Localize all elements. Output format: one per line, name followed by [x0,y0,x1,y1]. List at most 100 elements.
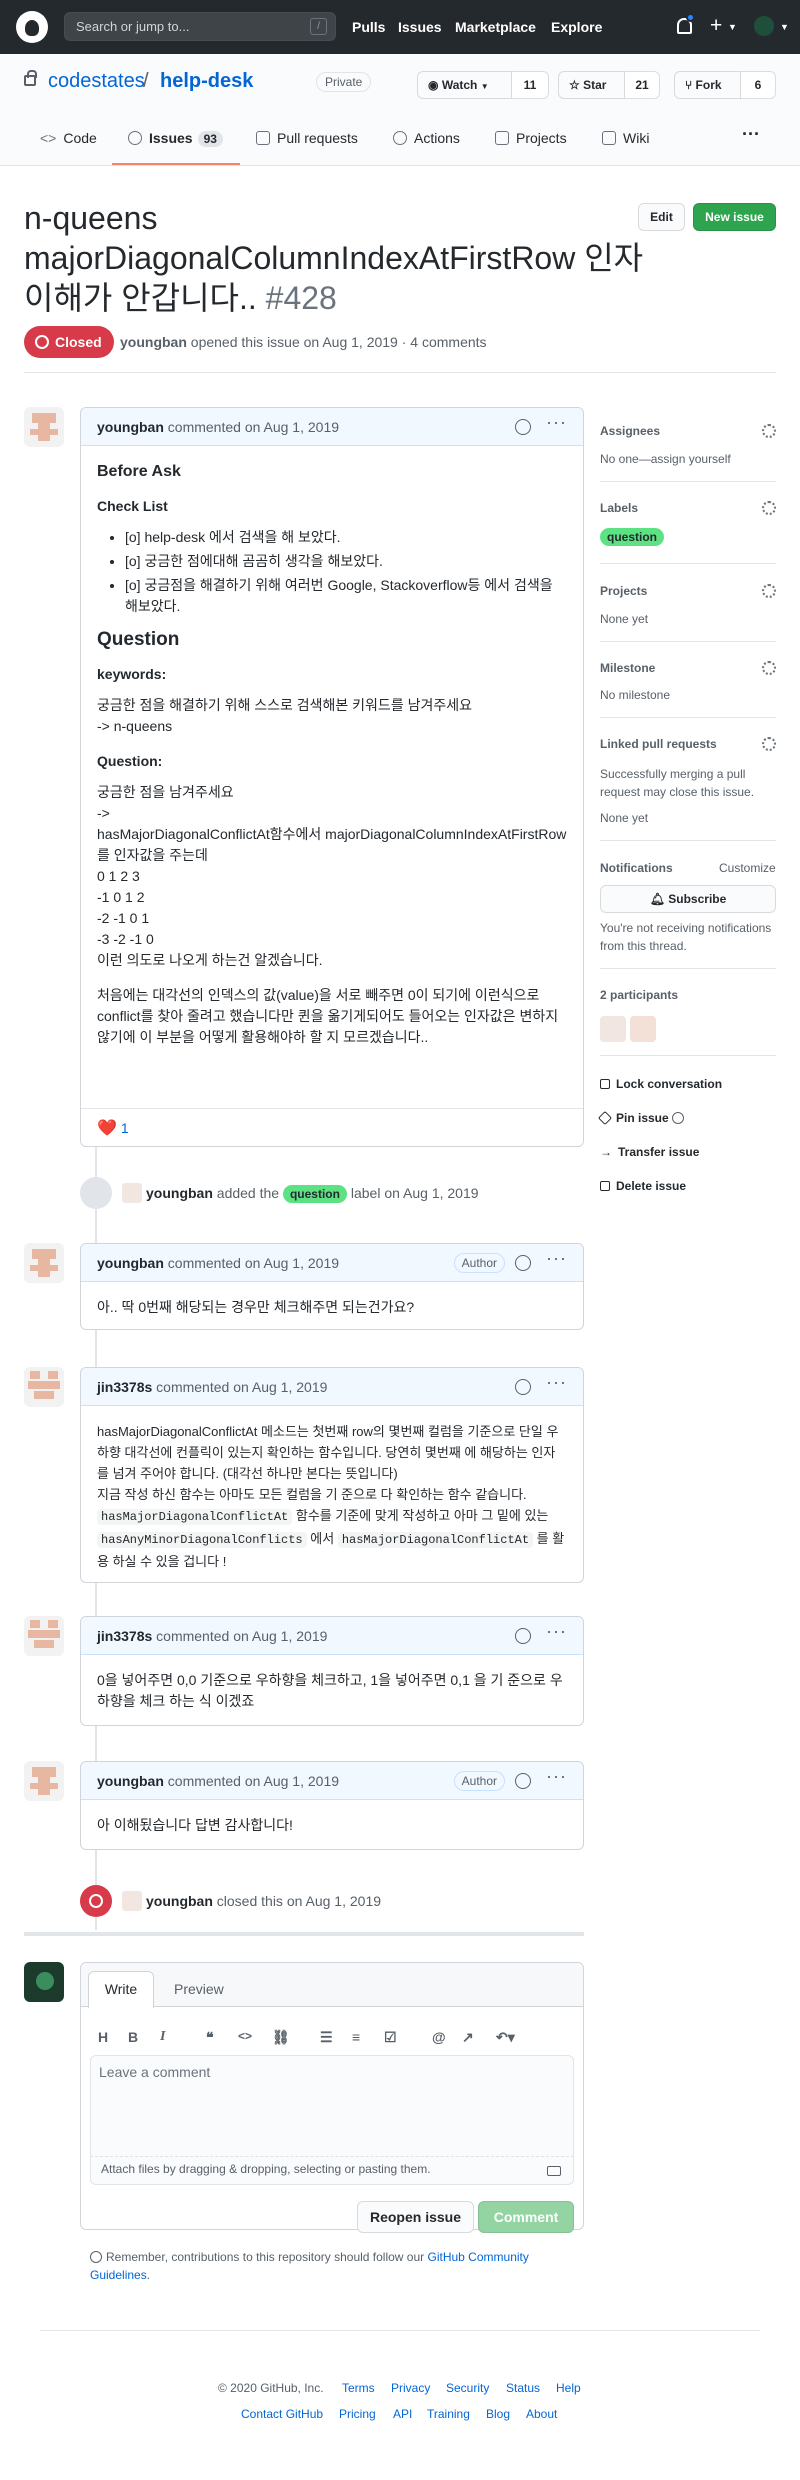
comment-menu-icon[interactable]: ··· [546,412,567,433]
avatar[interactable] [24,1761,64,1801]
new-issue-button[interactable]: New issue [693,203,776,231]
labels-title[interactable]: Labels [600,501,638,515]
question-label[interactable]: question [282,1185,347,1203]
delete-issue-button[interactable]: Delete issue [600,1179,686,1193]
comment-menu-icon[interactable]: ··· [546,1766,567,1787]
markdown-icon[interactable] [547,2166,561,2176]
comment-author-link[interactable]: jin3378s [97,1379,152,1395]
comment-timestamp[interactable]: commented on Aug 1, 2019 [168,419,339,435]
watch-button[interactable]: ◉ Watch ▼ [417,71,512,99]
tab-preview[interactable]: Preview [174,1981,224,1997]
avatar[interactable] [24,1616,64,1656]
pin-issue-button[interactable]: Pin issue [597,1110,685,1126]
reopen-issue-button[interactable]: Reopen issue [357,2201,474,2233]
footer-link-pricing[interactable]: Pricing [339,2407,376,2421]
nav-explore[interactable]: Explore [551,19,602,35]
star-button[interactable]: ☆ Star [558,71,625,99]
gear-icon[interactable] [762,737,776,751]
lock-conversation-button[interactable]: Lock conversation [600,1077,722,1091]
question-label[interactable]: question [600,528,664,546]
participant-avatar[interactable] [600,1016,626,1042]
participant-avatar[interactable] [630,1016,656,1042]
footer-link-blog[interactable]: Blog [486,2407,510,2421]
cross-reference-icon[interactable]: ↗ [462,2029,474,2046]
avatar[interactable] [24,407,64,447]
footer-link-about[interactable]: About [526,2407,557,2421]
tab-wiki[interactable]: Wiki [602,130,649,146]
comment-timestamp[interactable]: commented on Aug 1, 2019 [168,1773,339,1789]
nav-issues[interactable]: Issues [398,19,442,35]
avatar[interactable] [24,1243,64,1283]
comment-timestamp[interactable]: commented on Aug 1, 2019 [168,1255,339,1271]
event-actor-link[interactable]: youngban [146,1185,213,1201]
footer-link-help[interactable]: Help [556,2381,581,2395]
current-user-avatar[interactable] [24,1962,64,2002]
italic-icon[interactable]: I [160,2029,165,2045]
issue-author-link[interactable]: youngban [120,334,187,350]
tab-write[interactable]: Write [88,1971,154,2008]
subscribe-button[interactable]: 🔔︎ Subscribe [600,885,776,913]
comment-author-link[interactable]: youngban [97,419,164,435]
attach-files-bar[interactable]: Attach files by dragging & dropping, sel… [90,2157,574,2185]
edit-button[interactable]: Edit [638,203,685,231]
footer-link-status[interactable]: Status [506,2381,540,2395]
event-actor-link[interactable]: youngban [146,1893,213,1909]
create-new-plus-icon[interactable]: + [710,15,722,36]
footer-link-api[interactable]: API [393,2407,412,2421]
quote-icon[interactable]: ❝ [206,2029,214,2046]
comment-author-link[interactable]: youngban [97,1773,164,1789]
comment-author-link[interactable]: youngban [97,1255,164,1271]
repo-owner-link[interactable]: codestates [48,70,145,93]
task-list-icon[interactable]: ☑ [384,2029,397,2046]
comment-timestamp[interactable]: commented on Aug 1, 2019 [156,1628,327,1644]
gear-icon[interactable] [762,501,776,515]
fork-count[interactable]: 6 [741,71,776,99]
avatar[interactable] [122,1183,142,1203]
mention-icon[interactable]: @ [432,2029,446,2045]
tab-code[interactable]: <> Code [40,130,97,146]
comment-button[interactable]: Comment [478,2201,574,2233]
footer-link-terms[interactable]: Terms [342,2381,375,2395]
avatar[interactable] [122,1891,142,1911]
footer-link-training[interactable]: Training [427,2407,470,2421]
assignees-title[interactable]: Assignees [600,424,660,438]
add-reaction-icon[interactable] [515,1773,531,1789]
nav-marketplace[interactable]: Marketplace [455,19,536,35]
nav-pulls[interactable]: Pulls [352,19,385,35]
comment-author-link[interactable]: jin3378s [97,1628,152,1644]
comment-timestamp[interactable]: commented on Aug 1, 2019 [156,1379,327,1395]
milestone-title[interactable]: Milestone [600,661,655,675]
link-icon[interactable]: ⛓ [272,2029,290,2046]
star-count[interactable]: 21 [625,71,660,99]
header-icon[interactable]: H [98,2029,108,2045]
user-menu-caret-icon[interactable]: ▼ [780,22,789,32]
github-logo-icon[interactable] [16,11,48,43]
fork-button[interactable]: ⑂ Fork [674,71,741,99]
bold-icon[interactable]: B [128,2029,138,2045]
add-reaction-icon[interactable] [515,1379,531,1395]
search-input[interactable]: Search or jump to... [64,12,336,41]
avatar[interactable] [24,1367,64,1407]
unordered-list-icon[interactable]: ☰ [320,2029,333,2046]
gear-icon[interactable] [762,661,776,675]
assignees-value[interactable]: No one—assign yourself [600,452,731,466]
reply-icon[interactable]: ↶▾ [496,2029,515,2046]
comment-menu-icon[interactable]: ··· [546,1621,567,1642]
ordered-list-icon[interactable]: ≡ [352,2029,360,2045]
watch-count[interactable]: 11 [512,71,549,99]
linked-pull-requests-title[interactable]: Linked pull requests [600,737,717,751]
customize-link[interactable]: Customize [719,861,776,875]
code-icon[interactable]: <> [238,2029,252,2043]
user-avatar[interactable] [754,16,774,36]
gear-icon[interactable] [762,424,776,438]
add-reaction-icon[interactable] [515,419,531,435]
tab-issues[interactable]: Issues 93 [128,130,223,147]
comment-menu-icon[interactable]: ··· [546,1372,567,1393]
gear-icon[interactable] [762,584,776,598]
comment-textarea[interactable]: Leave a comment [90,2055,574,2157]
add-reaction-icon[interactable] [515,1628,531,1644]
add-reaction-icon[interactable] [515,1255,531,1271]
create-dropdown-caret-icon[interactable]: ▼ [728,22,737,32]
tab-projects[interactable]: Projects [495,130,567,146]
projects-title[interactable]: Projects [600,584,647,598]
